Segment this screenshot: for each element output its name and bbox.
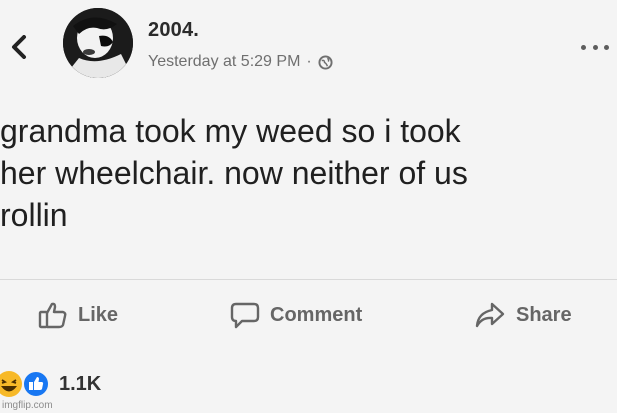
like-button[interactable]: Like: [38, 300, 118, 330]
avatar[interactable]: [63, 8, 133, 78]
thumbs-up-icon: [38, 302, 67, 329]
share-label: Share: [516, 303, 572, 326]
share-button[interactable]: Share: [474, 300, 572, 330]
more-dot: [592, 44, 598, 50]
like-reaction-icon: [22, 370, 50, 398]
more-dot: [581, 44, 586, 50]
haha-reaction-icon: [0, 371, 22, 397]
post-text: grandma took my weed so i took her wheel…: [0, 113, 468, 233]
back-button[interactable]: [8, 34, 30, 60]
post-card: 2004. Yesterday at 5:29 PM · grandma too…: [0, 0, 617, 413]
reaction-icons: [0, 370, 58, 398]
divider: [0, 279, 617, 280]
reaction-count: 1.1K: [59, 372, 102, 395]
watermark: imgflip.com: [2, 400, 53, 411]
avatar-image: [63, 8, 133, 78]
post-author[interactable]: 2004.: [148, 19, 199, 42]
like-label: Like: [78, 303, 119, 326]
share-arrow-icon: [475, 302, 505, 328]
meta-separator: ·: [306, 53, 312, 70]
comment-label: Comment: [270, 303, 363, 326]
post-timestamp[interactable]: Yesterday at 5:29 PM: [148, 53, 300, 71]
more-options-button[interactable]: [581, 40, 609, 54]
more-dot: [604, 44, 609, 50]
comment-icon: [230, 302, 260, 329]
chevron-left-icon: [12, 35, 26, 59]
comment-button[interactable]: Comment: [230, 300, 362, 330]
post-meta: Yesterday at 5:29 PM ·: [148, 53, 333, 71]
reaction-summary[interactable]: 1.1K: [0, 370, 101, 398]
globe-icon: [318, 54, 333, 70]
